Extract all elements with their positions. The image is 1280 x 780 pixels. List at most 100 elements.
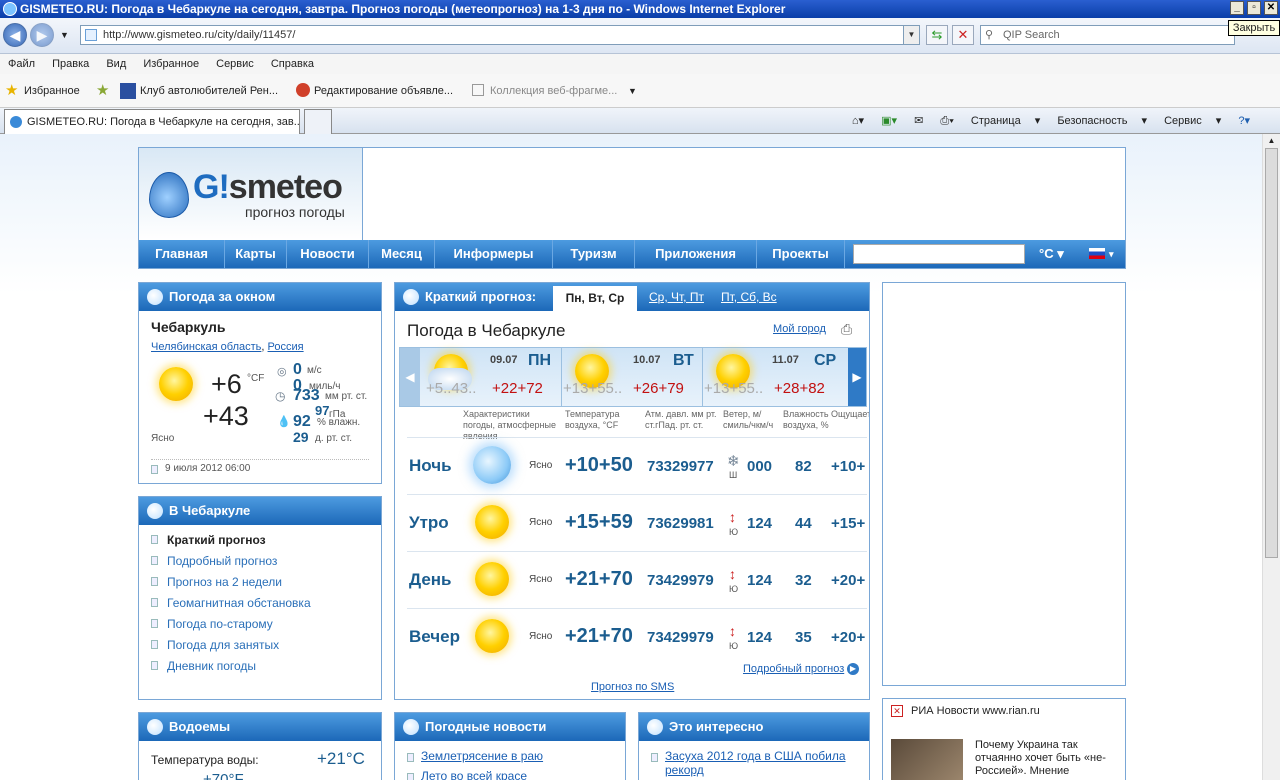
pressure-icon: ◷ [275,389,286,403]
home-icon[interactable]: ⌂▾ [852,115,864,127]
date-icon [151,465,158,474]
menu-geomagnetic[interactable]: Геомагнитная обстановка [167,596,311,610]
menu-for-busy[interactable]: Погода для занятых [167,638,279,652]
print-icon[interactable]: ⎙▾ [940,115,953,127]
tab-gismeteo[interactable]: GISMETEO.RU: Погода в Чебаркуле на сегод… [4,109,300,134]
ria-news-text[interactable]: Почему Украина так отчаянно хочет быть «… [975,739,1121,778]
vertical-scrollbar[interactable]: ▲ [1262,134,1280,780]
tab-mon-wed[interactable]: Пн, Вт, Ср [553,286,637,311]
day-card-mon[interactable]: 09.07 ПН +5..43.. +22+72 [422,348,562,406]
my-city-link[interactable]: Мой город [773,323,826,335]
feeds-icon[interactable]: ▣▾ [881,115,897,127]
menu-diary[interactable]: Дневник погоды [167,659,256,673]
observation-date: 9 июля 2012 06:00 [165,463,251,474]
menu-security[interactable]: Безопасность [1057,115,1127,127]
gismeteo-logo[interactable]: G!smeteo прогноз погоды [139,148,363,240]
back-button[interactable]: ◀ [3,23,27,47]
maximize-button[interactable]: ▫ [1247,1,1261,15]
ria-news-thumbnail[interactable] [891,739,963,780]
menu-tools[interactable]: Сервис [216,58,254,70]
day-low: +13+55.. [563,380,623,397]
weather-news-header: Погодные новости [395,713,625,741]
wind-unit: м/с [307,365,322,376]
nav-informers[interactable]: Информеры [435,240,553,268]
back-arrow-icon: ◀ [9,27,21,43]
day-card-tue[interactable]: 10.07 ВТ +13+55.. +26+79 [563,348,703,406]
favorites-button[interactable]: Избранное [24,74,80,108]
news-link-2[interactable]: Лето во всей красе [421,769,527,780]
interesting-link-1[interactable]: Засуха 2012 года в США побила рекорд [665,749,865,777]
current-condition: Ясно [151,433,175,444]
scroll-up-icon[interactable]: ▲ [1265,136,1278,146]
search-input[interactable]: ⚲ QIP Search [980,25,1235,45]
nav-tourism[interactable]: Туризм [553,240,635,268]
history-dropdown-icon[interactable]: ▼ [60,30,69,40]
region-link[interactable]: Челябинская область [151,341,261,353]
ria-title[interactable]: РИА Новости www.rian.ru [911,705,1040,717]
address-dropdown-icon[interactable]: ▼ [903,26,919,44]
refresh-button[interactable]: ⇆ [926,25,948,45]
menu-old-style[interactable]: Погода по-старому [167,617,273,631]
menu-two-weeks[interactable]: Прогноз на 2 недели [167,575,282,589]
day-card-wed[interactable]: 11.07 СР +13+55.. +28+82 [704,348,846,406]
row-pressure: 73329977 [647,458,714,475]
mail-icon[interactable]: ✉ [914,115,923,127]
address-input[interactable]: http://www.gismeteo.ru/city/daily/11457/… [80,25,920,45]
city-menu-header: В Чебаркуле [139,497,381,525]
menu-bar: Файл Правка Вид Избранное Сервис Справка [0,54,1280,74]
next-days-button[interactable]: ▶ [848,348,866,406]
menu-help[interactable]: Справка [271,58,314,70]
sms-forecast-link[interactable]: Прогноз по SMS [591,681,674,693]
help-icon[interactable]: ?▾ [1238,115,1250,127]
sun-icon [475,505,509,539]
fav-link-edit[interactable]: Редактирование объявле... [314,74,453,108]
gallery-dropdown-icon[interactable]: ▼ [628,74,637,108]
menu-service[interactable]: Сервис [1164,115,1202,127]
country-link[interactable]: Россия [268,341,304,353]
menu-page[interactable]: Страница [971,115,1021,127]
tab-fri-sun[interactable]: Пт, Сб, Вс [721,283,777,311]
bullet-icon [151,640,158,649]
fav-link-gallery[interactable]: Коллекция веб-фрагме... [490,74,617,108]
search-placeholder: QIP Search [1003,29,1060,41]
news-link-1[interactable]: Землетрясение в раю [421,749,543,763]
menu-detailed-forecast[interactable]: Подробный прогноз [167,554,277,568]
nav-news[interactable]: Новости [287,240,369,268]
site-search-input[interactable] [853,244,1025,264]
language-dropdown-icon[interactable]: ▾ [1109,240,1114,268]
current-temp-c: +6 [211,369,242,399]
menu-brief-forecast[interactable]: Краткий прогноз [167,533,266,547]
close-button[interactable]: ✕ [1264,1,1278,15]
menu-view[interactable]: Вид [106,58,126,70]
fav-link-club[interactable]: Клуб автолюбителей Рен... [140,74,278,108]
prev-days-button[interactable]: ◀ [400,348,420,406]
unit-label: °C [1039,246,1054,261]
add-favorite-icon[interactable]: ★ [96,74,109,108]
menu-edit[interactable]: Правка [52,58,89,70]
forecast-row-evening: Вечер Ясно +21+70 73429979 ↕ Ю 124 35 +2… [407,609,867,666]
minimize-button[interactable]: _ [1230,1,1244,15]
forward-button[interactable]: ▶ [30,23,54,47]
nav-apps[interactable]: Приложения [635,240,757,268]
forecast-row-day: День Ясно +21+70 73429979 ↕ Ю 124 32 +20… [407,552,867,609]
detailed-forecast-link[interactable]: Подробный прогноз [743,663,844,675]
arrow-right-icon[interactable]: ▶ [847,663,859,675]
row-label: Вечер [409,627,461,646]
scroll-thumb[interactable] [1265,148,1278,558]
menu-favorites[interactable]: Избранное [143,58,199,70]
tab-wed-fri[interactable]: Ср, Чт, Пт [649,283,704,311]
temp-unit: °CF [247,373,265,384]
unit-selector[interactable]: °C ▾ [1039,240,1064,268]
ria-close-icon[interactable]: ✕ [891,705,903,717]
nav-home[interactable]: Главная [139,240,225,268]
print-icon[interactable]: ⎙ [841,321,852,338]
water-temp-label: Температура воды: [151,753,259,767]
stop-button[interactable]: ✕ [952,25,974,45]
new-tab-button[interactable] [304,109,332,134]
nav-month[interactable]: Месяц [369,240,435,268]
bullet-icon [151,556,158,565]
russia-flag-icon[interactable] [1089,248,1105,259]
menu-file[interactable]: Файл [8,58,35,70]
nav-maps[interactable]: Карты [225,240,287,268]
nav-projects[interactable]: Проекты [757,240,845,268]
